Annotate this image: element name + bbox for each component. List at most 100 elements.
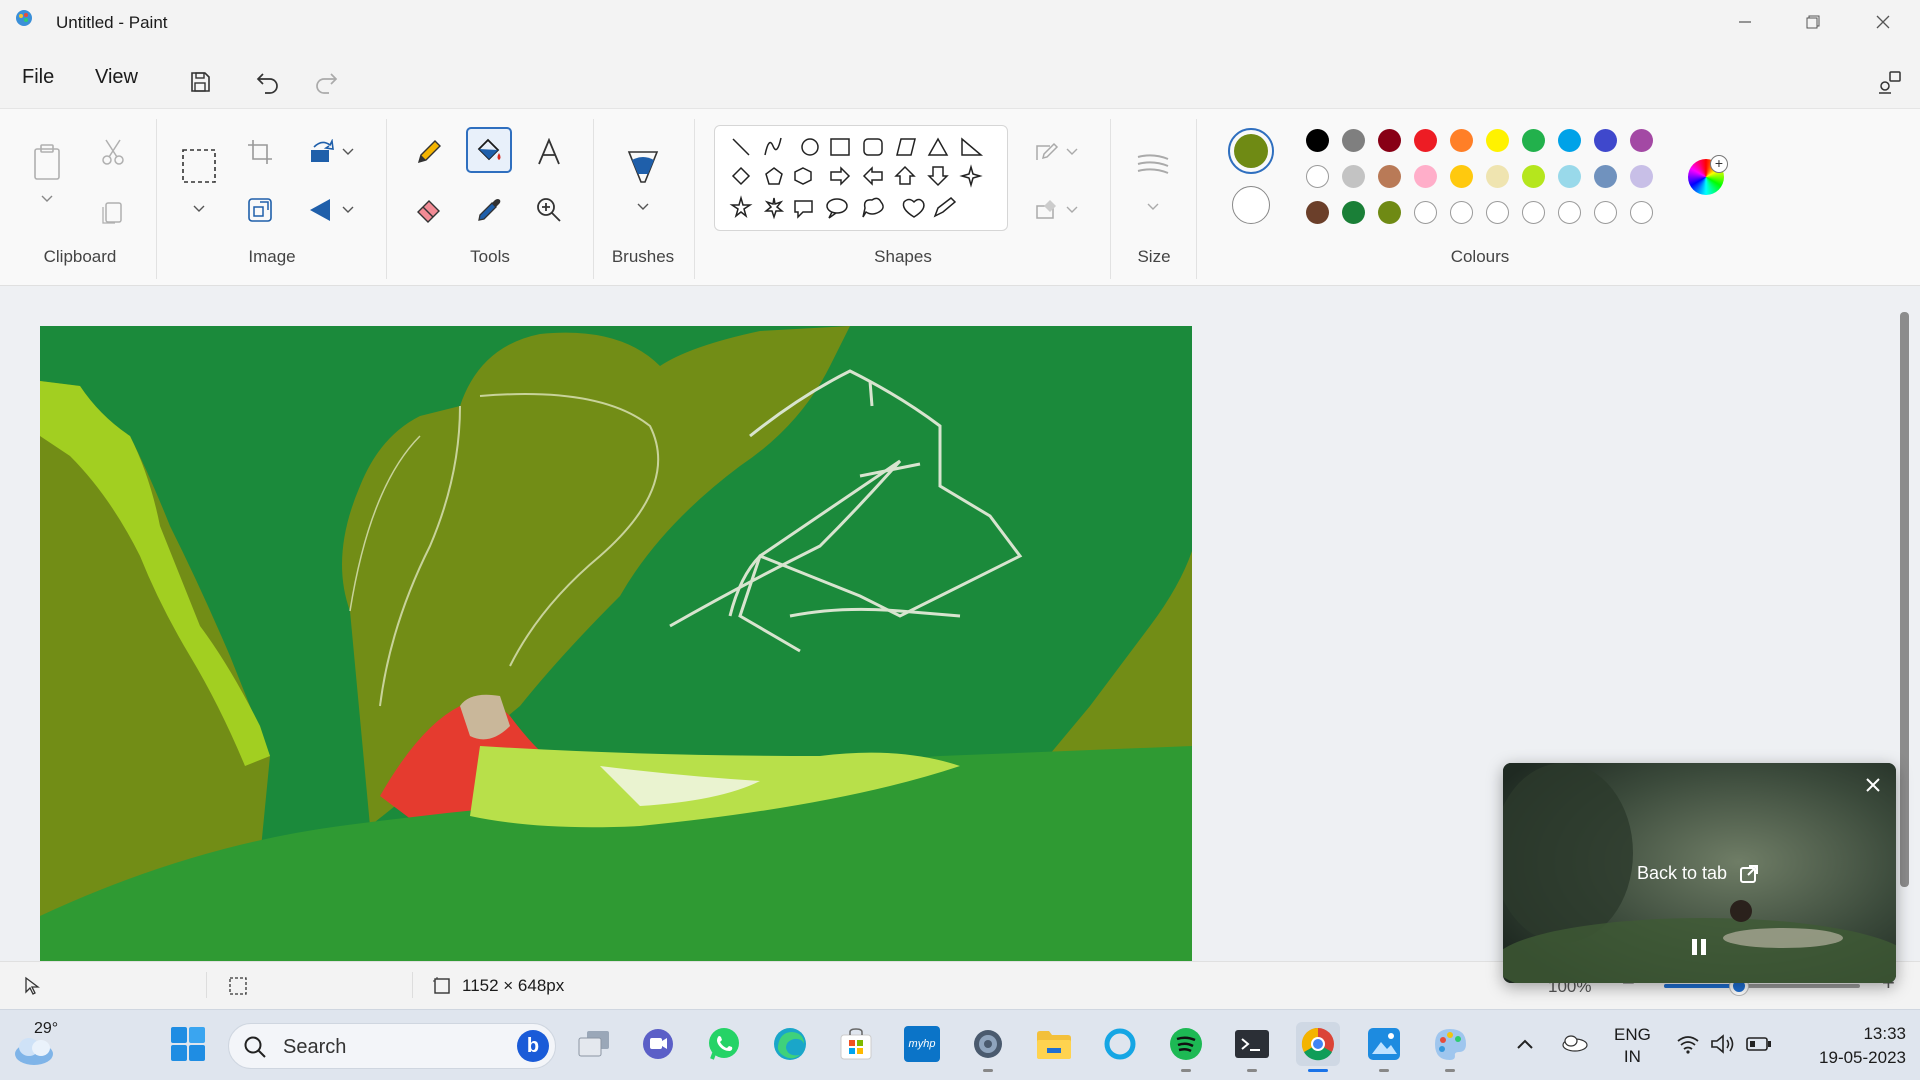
clock[interactable]: 13:33 19-05-2023: [1794, 1022, 1906, 1070]
palette-swatch[interactable]: [1414, 165, 1437, 188]
palette-swatch[interactable]: [1306, 165, 1329, 188]
brushes-dropdown[interactable]: [620, 193, 666, 221]
photos-button[interactable]: [1362, 1022, 1406, 1072]
palette-swatch[interactable]: [1486, 129, 1509, 152]
wifi-icon[interactable]: [1676, 1034, 1700, 1054]
close-icon[interactable]: [1865, 777, 1881, 793]
spotify-button[interactable]: [1164, 1022, 1208, 1072]
custom-color-slot[interactable]: [1630, 201, 1653, 224]
palette-swatch[interactable]: [1342, 129, 1365, 152]
picture-in-picture-window[interactable]: Back to tab: [1503, 763, 1896, 983]
settings-button[interactable]: [966, 1022, 1010, 1072]
custom-color-slot[interactable]: [1486, 201, 1509, 224]
battery-icon[interactable]: [1746, 1036, 1772, 1052]
palette-swatch[interactable]: [1306, 129, 1329, 152]
whatsapp-button[interactable]: [702, 1022, 746, 1066]
cut-button[interactable]: [90, 129, 136, 175]
rotate-button[interactable]: [298, 129, 364, 175]
vertical-scrollbar[interactable]: [1900, 312, 1909, 887]
palette-swatch[interactable]: [1558, 165, 1581, 188]
teams-chat-button[interactable]: [636, 1022, 680, 1066]
chrome-button[interactable]: [1296, 1022, 1340, 1072]
palette-swatch[interactable]: [1450, 165, 1473, 188]
palette-swatch[interactable]: [1306, 201, 1329, 224]
restore-button[interactable]: [1778, 0, 1848, 44]
brushes-button[interactable]: [620, 143, 666, 189]
secondary-color-button[interactable]: [1232, 186, 1270, 224]
palette-swatch[interactable]: [1342, 165, 1365, 188]
eraser-tool[interactable]: [406, 187, 452, 233]
color-picker-tool[interactable]: [466, 187, 512, 233]
minimize-button[interactable]: [1710, 0, 1780, 44]
resize-button[interactable]: [237, 187, 283, 233]
myhp-button[interactable]: myhp: [900, 1022, 944, 1066]
menu-file[interactable]: File: [22, 66, 54, 89]
select-dropdown[interactable]: [176, 195, 222, 223]
palette-swatch[interactable]: [1486, 165, 1509, 188]
palette-swatch[interactable]: [1378, 129, 1401, 152]
palette-swatch[interactable]: [1630, 165, 1653, 188]
start-button[interactable]: [166, 1022, 210, 1066]
weather-widget[interactable]: 29°: [12, 1020, 102, 1070]
outline-button[interactable]: [1026, 129, 1086, 175]
taskbar-search[interactable]: Search b: [228, 1023, 556, 1069]
edit-colors-button[interactable]: +: [1688, 155, 1728, 195]
palette-swatch[interactable]: [1342, 201, 1365, 224]
paint-taskbar-button[interactable]: [1428, 1022, 1472, 1072]
bing-icon[interactable]: b: [517, 1030, 549, 1062]
crop-button[interactable]: [237, 129, 283, 175]
store-button[interactable]: [834, 1022, 878, 1066]
magnifier-tool[interactable]: [526, 187, 572, 233]
size-button[interactable]: [1130, 143, 1176, 189]
select-button[interactable]: [176, 143, 222, 189]
paste-button[interactable]: [24, 139, 70, 185]
undo-button[interactable]: [248, 62, 288, 102]
palette-swatch[interactable]: [1630, 129, 1653, 152]
share-button[interactable]: [1870, 62, 1910, 102]
palette-swatch[interactable]: [1522, 165, 1545, 188]
cortana-button[interactable]: [1098, 1022, 1142, 1066]
pencil-tool[interactable]: [406, 129, 452, 175]
redo-button[interactable]: [306, 62, 346, 102]
onedrive-cloud-icon[interactable]: [1560, 1034, 1588, 1052]
status-separator: [206, 972, 207, 998]
language-code: ENG: [1614, 1025, 1651, 1044]
language-indicator[interactable]: ENG IN: [1614, 1024, 1651, 1068]
palette-swatch[interactable]: [1378, 165, 1401, 188]
edge-button[interactable]: [768, 1022, 812, 1066]
palette-swatch[interactable]: [1450, 129, 1473, 152]
back-to-tab-button[interactable]: Back to tab: [1637, 863, 1759, 884]
volume-icon[interactable]: [1710, 1034, 1736, 1054]
flip-button[interactable]: [298, 187, 364, 233]
chevron-up-icon[interactable]: [1516, 1038, 1534, 1050]
palette-swatch[interactable]: [1558, 129, 1581, 152]
size-dropdown[interactable]: [1130, 193, 1176, 221]
menu-view[interactable]: View: [95, 66, 138, 89]
text-tool[interactable]: [526, 129, 572, 175]
palette-swatch[interactable]: [1414, 129, 1437, 152]
pause-button[interactable]: [1689, 937, 1709, 957]
file-explorer-button[interactable]: [1032, 1022, 1076, 1066]
custom-color-slot[interactable]: [1594, 201, 1617, 224]
task-view-button[interactable]: [572, 1022, 616, 1066]
palette-swatch[interactable]: [1522, 129, 1545, 152]
chevron-down-icon: [1066, 206, 1078, 213]
fill-shape-button[interactable]: [1026, 187, 1086, 233]
primary-color-button[interactable]: [1228, 128, 1274, 174]
custom-color-slot[interactable]: [1558, 201, 1581, 224]
save-button[interactable]: [180, 62, 220, 102]
paste-dropdown[interactable]: [24, 185, 70, 213]
palette-swatch[interactable]: [1378, 201, 1401, 224]
fill-tool[interactable]: [466, 127, 512, 173]
edge-browser-icon: [774, 1028, 806, 1060]
palette-swatch[interactable]: [1594, 129, 1617, 152]
custom-color-slot[interactable]: [1414, 201, 1437, 224]
custom-color-slot[interactable]: [1450, 201, 1473, 224]
copy-button[interactable]: [90, 189, 136, 235]
close-button[interactable]: [1848, 0, 1918, 44]
drawing-canvas[interactable]: [40, 326, 1192, 961]
palette-swatch[interactable]: [1594, 165, 1617, 188]
terminal-button[interactable]: [1230, 1022, 1274, 1072]
custom-color-slot[interactable]: [1522, 201, 1545, 224]
zoom-slider[interactable]: [1664, 977, 1860, 995]
